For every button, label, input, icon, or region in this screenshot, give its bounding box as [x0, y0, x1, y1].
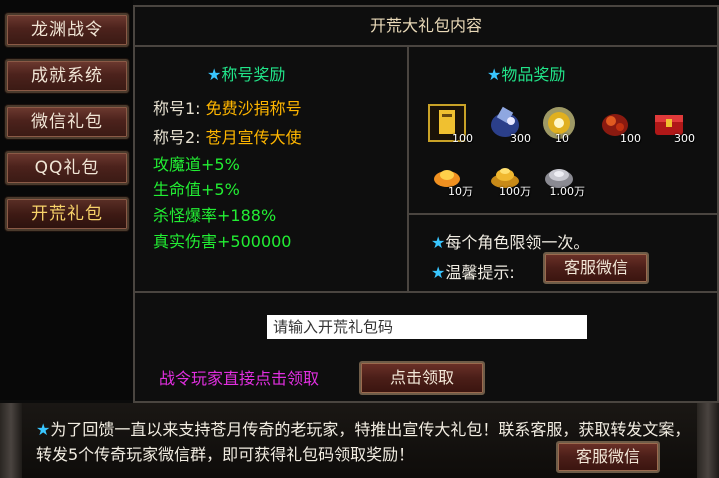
tab-longyuan-battlepass[interactable]: 龙渊战令: [5, 13, 129, 47]
tab-qq-gift[interactable]: QQ礼包: [5, 151, 129, 185]
left-pillar-ornament: [0, 403, 22, 478]
item-qty: 100万: [499, 185, 531, 198]
title-1-value: 免费沙捐称号: [205, 99, 302, 118]
service-wechat-button[interactable]: 客服微信: [543, 252, 649, 284]
title-reward-heading: ★称号奖励: [207, 61, 285, 85]
stat-attack: 攻魔道+5%: [153, 155, 240, 174]
star-icon: ★: [431, 233, 446, 252]
tip-note-text: 温馨提示:: [445, 263, 515, 282]
title-1-key: 称号1:: [153, 99, 201, 118]
star-icon: ★: [487, 65, 502, 84]
item-qty: 300: [510, 132, 531, 145]
panel-title: 开荒大礼包内容: [135, 7, 717, 47]
item-qty: 10万: [448, 185, 473, 198]
gold-pile-icon[interactable]: 100万: [485, 157, 531, 198]
tab-wechat-gift[interactable]: 微信礼包: [5, 105, 129, 139]
gold-scroll-icon[interactable]: 100: [427, 103, 473, 145]
star-icon: ★: [207, 65, 222, 84]
star-icon: ★: [36, 420, 51, 439]
item-qty: 100: [620, 132, 641, 145]
item-qty: 1.00万: [549, 185, 586, 198]
section-divider: [135, 291, 717, 293]
item-reward-heading-text: 物品奖励: [501, 65, 566, 84]
right-divider: [409, 213, 719, 215]
limit-note: ★每个角色限领一次。: [431, 229, 589, 253]
tab-kaihuang-gift[interactable]: 开荒礼包: [5, 197, 129, 231]
claim-button[interactable]: 点击领取: [359, 361, 485, 395]
tab-achievement-system[interactable]: 成就系统: [5, 59, 129, 93]
gift-panel: 开荒大礼包内容 ★称号奖励 称号1: 免费沙捐称号 称号2: 苍月宣传大使 攻魔…: [133, 5, 719, 403]
star-icon: ★: [431, 263, 446, 282]
stat-drop-rate: 杀怪爆率+188%: [153, 206, 277, 225]
footer-service-wechat-button[interactable]: 客服微信: [556, 441, 660, 473]
title-2-key: 称号2:: [153, 128, 201, 147]
tip-note: ★温馨提示:: [431, 259, 515, 283]
item-qty: 10: [555, 132, 569, 145]
title-line-1: 称号1: 免费沙捐称号: [153, 95, 302, 119]
stat-true-damage: 真实伤害+500000: [153, 232, 292, 251]
gold-orb-icon[interactable]: 10: [539, 103, 579, 145]
silver-coin-icon[interactable]: 1.00万: [539, 157, 585, 198]
vertical-divider: [407, 47, 409, 293]
title-2-value: 苍月宣传大使: [205, 128, 302, 147]
limit-note-text: 每个角色限领一次。: [445, 233, 590, 252]
stat-hp: 生命值+5%: [153, 180, 240, 199]
item-qty: 100: [452, 132, 473, 145]
item-qty: 300: [674, 132, 695, 145]
gold-ingot-icon[interactable]: 10万: [427, 157, 473, 198]
title-line-2: 称号2: 苍月宣传大使: [153, 124, 302, 148]
blue-bottle-icon[interactable]: 300: [485, 103, 531, 145]
claim-hint: 战令玩家直接点击领取: [159, 369, 320, 388]
gift-code-input[interactable]: [267, 315, 587, 339]
red-bag-icon[interactable]: 100: [595, 103, 641, 145]
item-reward-heading: ★物品奖励: [487, 61, 565, 85]
right-pillar-ornament: [697, 403, 719, 478]
sidebar: 龙渊战令 成就系统 微信礼包 QQ礼包 开荒礼包: [0, 0, 133, 400]
red-treasure-box-icon[interactable]: 300: [649, 103, 695, 145]
title-reward-heading-text: 称号奖励: [221, 65, 286, 84]
